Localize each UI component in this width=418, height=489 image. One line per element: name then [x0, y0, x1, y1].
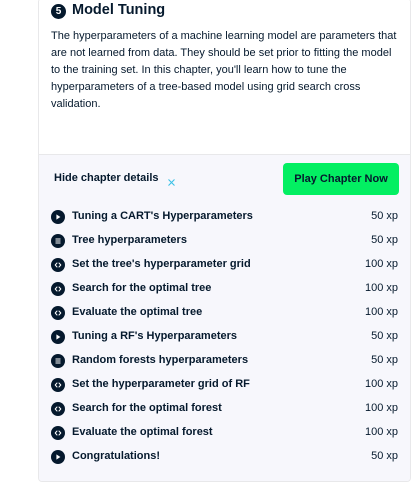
exercise-row[interactable]: Evaluate the optimal tree 100 xp — [39, 301, 410, 325]
exercise-title[interactable]: Search for the optimal forest — [72, 402, 222, 414]
exercise-list: Tuning a CART's Hyperparameters 50 xp Tree… — [39, 205, 410, 469]
exercise-title[interactable]: Random forests hyperparameters — [72, 354, 248, 366]
exercise-xp: 50 xp — [371, 210, 398, 222]
list-icon — [51, 234, 65, 248]
exercise-row[interactable]: Set the hyperparameter grid of RF 100 xp — [39, 373, 410, 397]
exercise-xp: 100 xp — [364, 378, 398, 390]
exercise-title[interactable]: Set the hyperparameter grid of RF — [72, 378, 250, 390]
play-icon — [51, 210, 65, 224]
exercise-title[interactable]: Tuning a CART's Hyperparameters — [72, 210, 253, 222]
code-icon — [51, 282, 65, 296]
chapter-description: The hyperparameters of a machine learnin… — [51, 30, 397, 110]
exercise-row[interactable]: Random forests hyperparameters 50 xp — [39, 349, 410, 373]
code-icon — [51, 306, 65, 320]
exercise-xp: 100 xp — [364, 402, 398, 414]
exercise-title[interactable]: Tuning a RF's Hyperparameters — [72, 330, 237, 342]
close-icon — [167, 174, 176, 186]
exercise-row[interactable]: Search for the optimal tree 100 xp — [39, 277, 410, 301]
play-icon — [51, 330, 65, 344]
hide-chapter-details-label: Hide chapter details — [54, 172, 159, 184]
code-icon — [51, 402, 65, 416]
exercise-xp: 100 xp — [364, 258, 398, 270]
play-icon — [51, 450, 65, 464]
exercise-row[interactable]: Set the tree's hyperparameter grid 100 xp — [39, 253, 410, 277]
exercise-row[interactable]: Evaluate the optimal forest 100 xp — [39, 421, 410, 445]
exercise-row[interactable]: Search for the optimal forest 100 xp — [39, 397, 410, 421]
exercise-xp: 100 xp — [364, 306, 398, 318]
play-chapter-button[interactable]: Play Chapter Now — [283, 163, 399, 195]
chapter-header: 5 Model Tuning The hyperparameters of a … — [39, 0, 410, 154]
code-icon — [51, 258, 65, 272]
chapter-card: 5 Model Tuning The hyperparameters of a … — [38, 0, 411, 482]
exercise-row[interactable]: Tuning a CART's Hyperparameters 50 xp — [39, 205, 410, 229]
exercise-title[interactable]: Evaluate the optimal tree — [72, 306, 202, 318]
exercise-row[interactable]: Tuning a RF's Hyperparameters 50 xp — [39, 325, 410, 349]
exercise-title[interactable]: Set the tree's hyperparameter grid — [72, 258, 251, 270]
exercise-xp: 50 xp — [371, 330, 398, 342]
exercise-xp: 50 xp — [371, 450, 398, 462]
code-icon — [51, 378, 65, 392]
chapter-number-badge: 5 — [51, 4, 66, 19]
exercise-xp: 50 xp — [371, 234, 398, 246]
exercise-xp: 100 xp — [364, 282, 398, 294]
exercise-title[interactable]: Congratulations! — [72, 450, 160, 462]
exercise-title[interactable]: Search for the optimal tree — [72, 282, 211, 294]
exercise-title[interactable]: Evaluate the optimal forest — [72, 426, 213, 438]
code-icon — [51, 426, 65, 440]
exercise-row[interactable]: Tree hyperparameters 50 xp — [39, 229, 410, 253]
hide-chapter-details-button[interactable]: Hide chapter details — [54, 172, 176, 186]
chapter-title: Model Tuning — [72, 2, 166, 18]
list-icon — [51, 354, 65, 368]
exercise-xp: 50 xp — [371, 354, 398, 366]
exercise-xp: 100 xp — [364, 426, 398, 438]
exercise-row[interactable]: Congratulations! 50 xp — [39, 445, 410, 469]
exercise-title[interactable]: Tree hyperparameters — [72, 234, 187, 246]
